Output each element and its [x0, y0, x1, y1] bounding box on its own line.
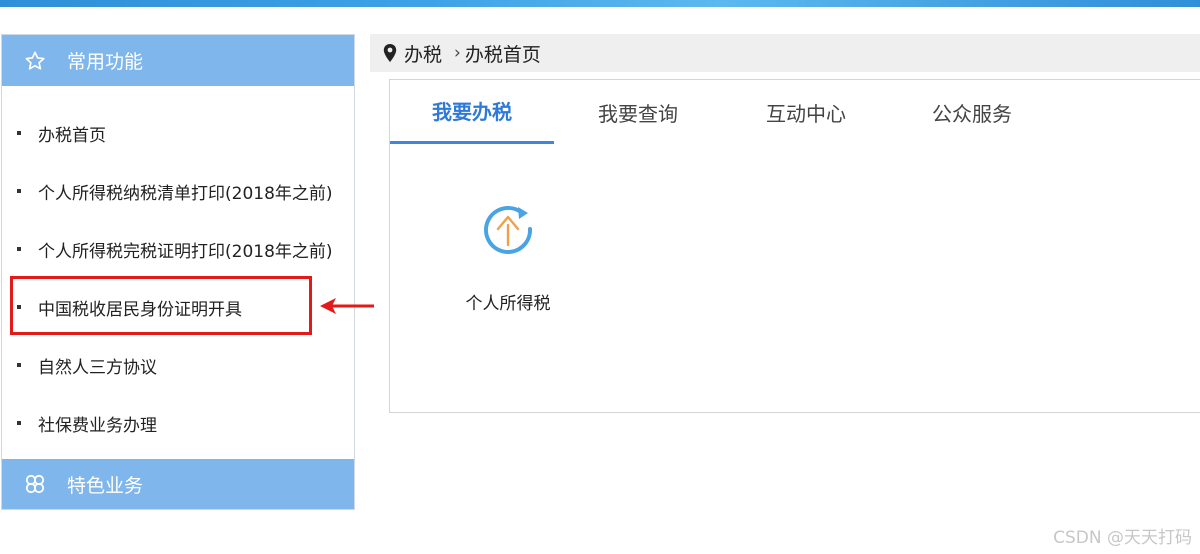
main-panel: 我要办税 我要查询 互动中心 公众服务 个人所得税: [389, 79, 1200, 413]
bullet-icon: [17, 363, 21, 367]
annotation-highlight-box: [10, 276, 312, 335]
bullet-icon: [17, 421, 21, 425]
sidebar-item-label: 办税首页: [38, 125, 106, 146]
breadcrumb-root[interactable]: 办税: [404, 40, 442, 67]
sidebar-item-tripartite-agreement[interactable]: 自然人三方协议: [2, 336, 354, 394]
breadcrumb: 办税 › 办税首页: [370, 34, 1200, 72]
sidebar: 常用功能 办税首页 个人所得税纳税清单打印(2018年之前) 个人所得税完税证明…: [1, 34, 355, 510]
breadcrumb-separator: ›: [454, 43, 461, 63]
service-label: 个人所得税: [465, 294, 551, 314]
individual-tax-icon: [484, 205, 533, 254]
annotation-arrow-icon: [320, 298, 374, 314]
sidebar-item-label: 社保费业务办理: [38, 415, 157, 436]
watermark: CSDN @天天打码: [1053, 528, 1192, 548]
clover-icon: [23, 472, 47, 496]
sidebar-item-tax-list-print[interactable]: 个人所得税纳税清单打印(2018年之前): [2, 162, 354, 220]
sidebar-header-label: 常用功能: [67, 51, 144, 73]
sidebar-item-tax-certificate-print[interactable]: 个人所得税完税证明打印(2018年之前): [2, 220, 354, 278]
tab-public-services[interactable]: 公众服务: [890, 80, 1054, 144]
location-pin-icon: [383, 44, 397, 62]
service-individual-income-tax[interactable]: 个人所得税: [448, 190, 568, 315]
tab-do-tax[interactable]: 我要办税: [390, 80, 554, 144]
sidebar-header-common-functions[interactable]: 常用功能: [2, 35, 354, 86]
tab-bar: 我要办税 我要查询 互动中心 公众服务: [390, 80, 1200, 144]
breadcrumb-current: 办税首页: [464, 43, 541, 66]
star-icon: [23, 49, 47, 73]
tab-interaction-center[interactable]: 互动中心: [724, 80, 888, 144]
sidebar-item-label: 个人所得税完税证明打印(2018年之前): [38, 241, 333, 262]
top-banner-strip: [0, 0, 1200, 7]
bullet-icon: [17, 189, 21, 193]
sidebar-item-tax-home[interactable]: 办税首页: [2, 104, 354, 162]
sidebar-item-label: 个人所得税纳税清单打印(2018年之前): [38, 183, 333, 204]
sidebar-header-featured-services[interactable]: 特色业务: [2, 459, 354, 509]
bullet-icon: [17, 131, 21, 135]
sidebar-header-label: 特色业务: [67, 474, 144, 497]
tab-query[interactable]: 我要查询: [556, 80, 720, 144]
bullet-icon: [17, 247, 21, 251]
sidebar-item-label: 自然人三方协议: [38, 357, 157, 378]
sidebar-item-social-insurance[interactable]: 社保费业务办理: [2, 394, 354, 452]
